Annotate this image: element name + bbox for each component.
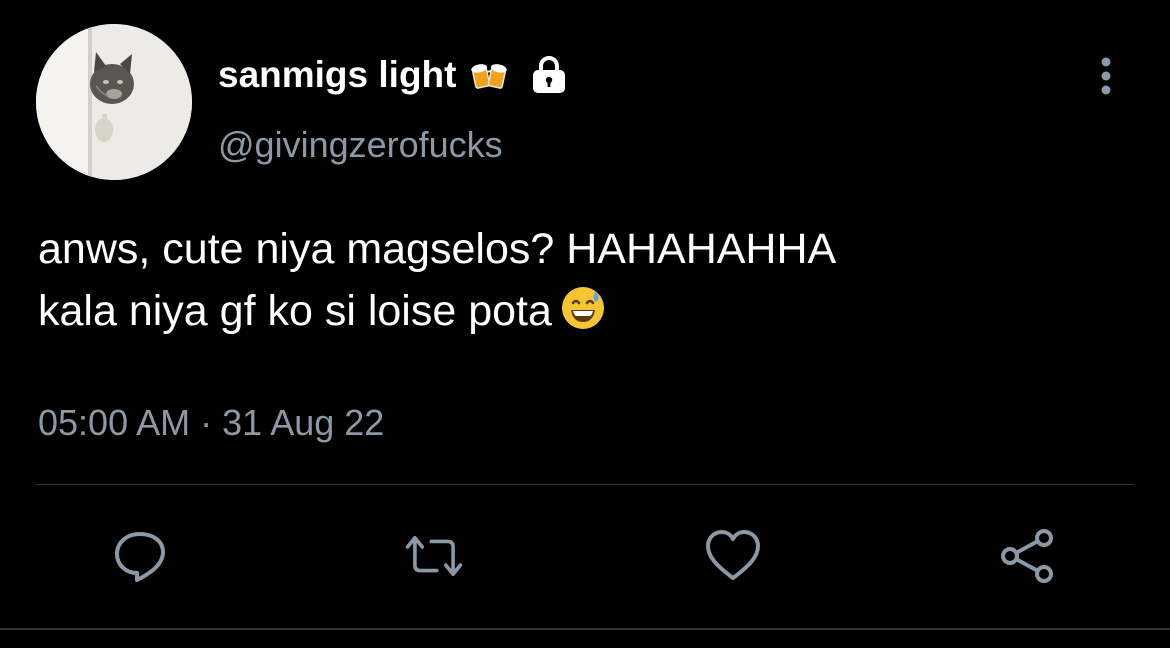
meta-separator: · xyxy=(200,402,213,443)
display-name[interactable]: sanmigs light xyxy=(218,54,456,96)
display-name-row: sanmigs light xyxy=(218,52,568,98)
avatar[interactable] xyxy=(36,24,192,180)
share-button[interactable] xyxy=(998,526,1058,586)
like-button[interactable] xyxy=(703,526,763,586)
grinning-face-with-sweat-icon xyxy=(560,285,606,348)
reply-button[interactable] xyxy=(110,526,170,586)
divider xyxy=(36,484,1134,485)
tweet-text-line-2: kala niya gf ko si loise pota xyxy=(38,280,1138,348)
share-icon xyxy=(1001,529,1053,583)
tweet-card: sanmigs light @givingzerofucks anws, cut… xyxy=(0,0,1170,648)
tweet-time: 05:00 AM xyxy=(38,402,191,443)
user-handle[interactable]: @givingzerofucks xyxy=(218,124,503,166)
lock-icon xyxy=(530,55,568,95)
beer-mugs-icon xyxy=(470,59,508,91)
tweet-text-line-1: anws, cute niya magselos? HAHAHAHHA xyxy=(38,225,837,273)
tweet-text: anws, cute niya magselos? HAHAHAHHA kala… xyxy=(38,218,1138,348)
tweet-timestamp[interactable]: 05:00 AM · 31 Aug 22 xyxy=(38,402,384,444)
heart-icon xyxy=(706,530,760,580)
retweet-icon xyxy=(405,535,463,576)
tweet-date: 31 Aug 22 xyxy=(222,402,385,443)
bottom-divider xyxy=(0,628,1170,630)
avatar-cat-image xyxy=(36,24,192,180)
more-options-button[interactable] xyxy=(1088,54,1124,98)
comment-icon xyxy=(115,532,165,582)
tweet-text-line-2-text: kala niya gf ko si loise pota xyxy=(38,287,552,335)
more-vertical-icon xyxy=(1101,57,1111,95)
retweet-button[interactable] xyxy=(404,526,464,586)
